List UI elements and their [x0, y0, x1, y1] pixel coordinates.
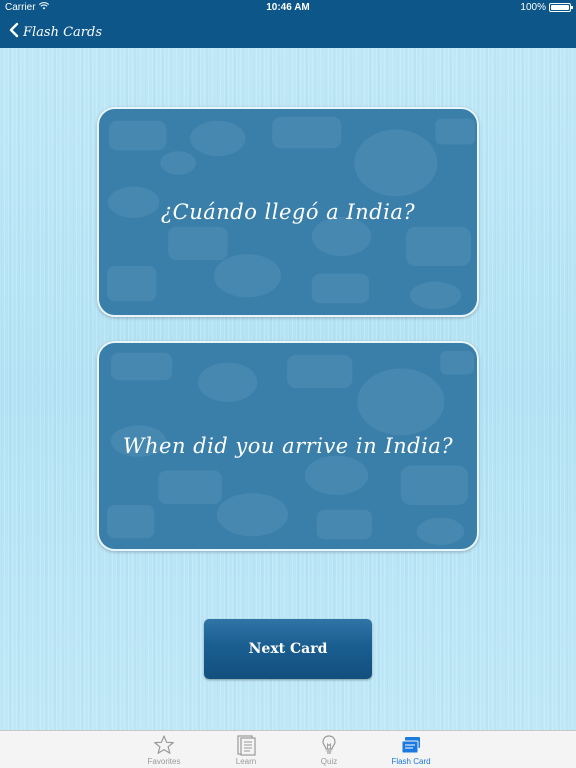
tab-quiz-label: Quiz: [320, 757, 338, 766]
status-right: 100%: [520, 2, 573, 13]
next-card-label: Next Card: [248, 641, 328, 657]
navigation-bar: Flash Cards: [0, 16, 576, 48]
next-card-button[interactable]: Next Card: [204, 619, 372, 679]
answer-card[interactable]: When did you arrive in India?: [97, 341, 479, 551]
lightbulb-icon: [289, 734, 369, 756]
tab-favorites-label: Favorites: [147, 757, 181, 766]
flash-card-icon: [371, 734, 451, 756]
battery-icon: [549, 3, 573, 12]
tab-learn[interactable]: Learn: [206, 734, 286, 766]
tab-bar: Favorites Learn Quiz Flash Card: [0, 730, 576, 768]
book-icon: [206, 734, 286, 756]
chevron-left-icon: [8, 22, 20, 42]
tab-flash-card-label: Flash Card: [391, 757, 431, 766]
tab-learn-label: Learn: [235, 757, 257, 766]
status-time: 10:46 AM: [266, 2, 310, 13]
tab-favorites[interactable]: Favorites: [124, 734, 204, 766]
battery-percent: 100%: [520, 2, 546, 13]
status-bar: Carrier 10:46 AM 100%: [0, 0, 576, 16]
tab-flash-card[interactable]: Flash Card: [371, 734, 451, 766]
star-icon: [124, 734, 204, 756]
back-button-label: Flash Cards: [23, 24, 103, 40]
battery-fill: [551, 5, 569, 10]
question-card[interactable]: ¿Cuándo llegó a India?: [97, 107, 479, 317]
answer-text: When did you arrive in India?: [122, 434, 454, 458]
back-button[interactable]: Flash Cards: [8, 22, 102, 42]
question-text: ¿Cuándo llegó a India?: [160, 200, 416, 224]
tab-quiz[interactable]: Quiz: [289, 734, 369, 766]
